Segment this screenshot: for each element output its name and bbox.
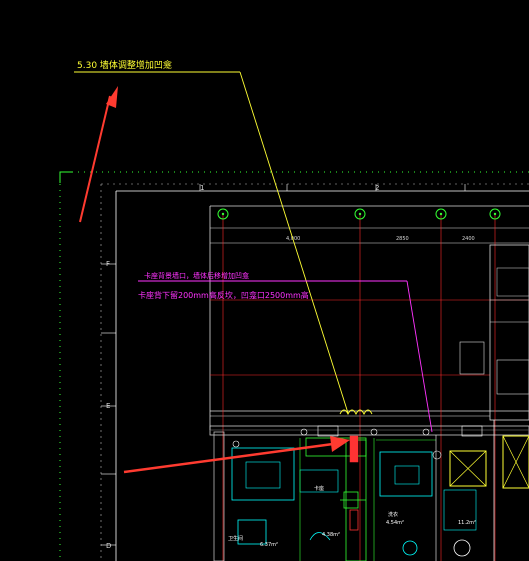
room-label: 4.38m² <box>322 532 340 538</box>
grid-row-label: E <box>106 402 110 410</box>
room-label: 4.54m² <box>386 520 404 526</box>
room-label: 6.37m² <box>260 542 278 548</box>
building-outline <box>209 205 529 561</box>
dimension-label: 2850 <box>396 236 409 242</box>
grid-row-label: D <box>106 542 111 550</box>
room-label: 洗衣 <box>388 511 398 518</box>
floor-plan-rooms <box>209 420 529 561</box>
grid-row-label: F <box>106 260 110 268</box>
grid-column-label: 1 <box>200 184 204 192</box>
cad-drawing-canvas[interactable]: 1 2 F E D 4,000 2850 2 <box>0 0 529 561</box>
dimension-label: 2400 <box>462 236 475 242</box>
room-label: 11.2m² <box>458 520 476 526</box>
pink-note-line-1: 卡座背景墙口，墙体后移增加凹龛 <box>144 271 249 280</box>
red-arrow-upper <box>79 86 118 223</box>
room-label: 卫生间 <box>228 535 243 542</box>
axis-bubbles <box>217 208 501 220</box>
room-label: 卡座 <box>314 485 324 492</box>
top-note-text: 5.30 墙体调整增加凹龛 <box>77 59 172 71</box>
drawing-frame <box>59 171 529 561</box>
annotation-pink-note[interactable]: 卡座背景墙口，墙体后移增加凹龛 卡座背下留200mm高反坎，凹龛口2500mm高 <box>138 271 433 433</box>
pink-note-line-2: 卡座背下留200mm高反坎，凹龛口2500mm高 <box>138 290 309 300</box>
grid-column-label: 2 <box>375 184 379 192</box>
